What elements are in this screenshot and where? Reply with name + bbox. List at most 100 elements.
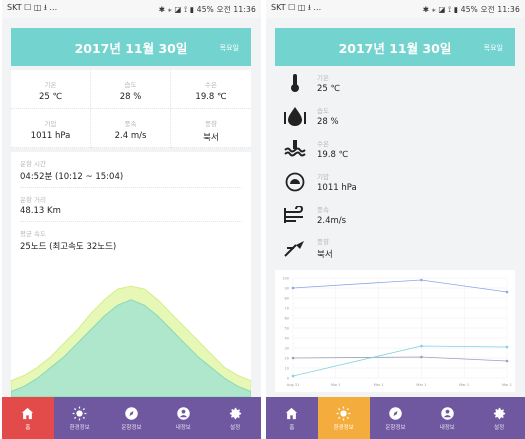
line-point <box>420 355 423 359</box>
y-tick-label: 70 <box>285 307 289 311</box>
voyage-distance-value: 48.13 Km <box>20 206 242 222</box>
thermometer-icon <box>291 73 299 92</box>
area-chart-svg <box>10 285 252 398</box>
x-tick-label: Mar 1 <box>459 383 469 387</box>
tab-myinfo-label: 내정보 <box>439 424 455 431</box>
line-point <box>505 359 509 363</box>
home-icon <box>286 407 298 419</box>
list-item-water-temp: 수온 19.8 ℃ <box>275 132 515 165</box>
tab-settings-label: 설정 <box>230 424 241 431</box>
y-tick-label: 90 <box>285 287 289 291</box>
line-point <box>505 345 509 349</box>
water-temp-cell: 수온 19.8 ℃ <box>171 70 251 109</box>
date-header: 2017년 11월 30일 목요일 <box>275 28 515 66</box>
x-tick-label: Mar 1 <box>416 383 426 387</box>
tab-settings-label: 설정 <box>494 424 505 431</box>
sun-icon <box>336 406 351 420</box>
tab-environment[interactable]: 환경정보 <box>54 397 106 439</box>
y-tick-label: 60 <box>285 317 289 321</box>
sun-icon <box>72 406 87 420</box>
voyage-time-label: 운항 시간 <box>20 160 46 168</box>
compass-icon <box>125 406 138 420</box>
pressure-icon <box>285 172 305 191</box>
y-tick-label: 10 <box>285 367 289 371</box>
date-label: 2017년 11월 30일 <box>74 40 188 56</box>
status-left: SKT ☐ ◫ ⭳ … <box>271 3 322 12</box>
wind-speed-icon <box>284 205 303 223</box>
tab-home[interactable]: 홈 <box>2 397 54 439</box>
line-series-0 <box>292 279 508 293</box>
gear-icon <box>493 407 505 419</box>
tab-myinfo-label: 내정보 <box>175 424 191 431</box>
list-item-pressure: 기압 1011 hPa <box>275 165 515 198</box>
day-label: 목요일 <box>219 44 239 52</box>
gear-icon <box>229 407 241 419</box>
tab-myinfo[interactable]: 내정보 <box>157 397 209 439</box>
tab-myinfo[interactable]: 내정보 <box>421 397 473 439</box>
day-label: 목요일 <box>483 44 503 52</box>
status-right: ✱ ⁎ ◪ ⟟ ▮ 45% 오전 11:36 <box>422 4 520 14</box>
line-chart: 0 10 20 30 40 50 60 70 80 90 100 Aug 31 Mar 1 Mar 1 Ma… <box>275 270 515 392</box>
list-item-wind-direction: 풍향 북서 <box>275 231 515 264</box>
tab-settings[interactable]: 설정 <box>209 397 261 439</box>
tab-voyage[interactable]: 운항정보 <box>370 397 422 439</box>
tab-home-label: 홈 <box>25 424 31 431</box>
tab-voyage-label: 운항정보 <box>121 424 142 431</box>
list-item-wind-speed: 풍속 2.4m/s <box>275 198 515 231</box>
line-point <box>420 344 423 348</box>
y-tick-label: 50 <box>285 327 289 331</box>
x-tick-label: Mar 1 <box>502 383 512 387</box>
tab-settings[interactable]: 설정 <box>473 397 525 439</box>
date-label: 2017년 11월 30일 <box>338 40 452 56</box>
x-tick-label: Mar 1 <box>331 383 341 387</box>
bottom-tab-bar: 홈 환경정보 운항정보 내정보 설정 <box>2 397 261 439</box>
y-tick-label: 40 <box>285 337 289 341</box>
voyage-info: 운항 시간 04:52분 (10:12 ~ 15:04) 운항 거리 48.13… <box>11 152 251 262</box>
tab-home[interactable]: 홈 <box>266 397 318 439</box>
tab-home-label: 홈 <box>289 424 295 431</box>
area-series-1 <box>10 299 252 398</box>
tab-environment[interactable]: 환경정보 <box>317 397 370 439</box>
y-tick-label: 30 <box>285 347 289 351</box>
environment-list: 기온 25 ℃ 습도 28 % 수온 19.8 ℃ 기압 1011 hPa 풍속 2.4m… <box>275 66 515 266</box>
water-temperature-icon <box>284 139 306 156</box>
environment-screen: SKT ☐ ◫ ⭳ … ✱ ⁎ ◪ ⟟ ▮ 45% 오전 11:36 2017년… <box>266 0 525 439</box>
x-tick-label: Aug 31 <box>287 383 299 387</box>
wind-direction-cell: 풍향 북서 <box>171 109 251 148</box>
pressure-cell: 기압 1011 hPa <box>11 109 91 148</box>
line-series-1 <box>292 356 508 362</box>
humidity-icon <box>284 106 306 126</box>
average-speed-label: 평균 속도 <box>20 230 46 238</box>
user-icon <box>441 406 454 420</box>
home-icon <box>22 407 34 419</box>
air-temp-cell: 기온 25 ℃ <box>11 70 91 109</box>
y-tick-label: 100 <box>282 277 289 281</box>
y-tick-label: 80 <box>285 297 289 301</box>
tab-voyage-label: 운항정보 <box>385 424 406 431</box>
y-tick-label: 20 <box>285 357 289 361</box>
average-speed-value: 25노드 (최고속도 32노드) <box>20 242 117 252</box>
date-header: 2017년 11월 30일 목요일 <box>11 28 251 66</box>
voyage-distance-label: 운항 거리 <box>20 196 46 204</box>
list-item-air-temp: 기온 25 ℃ <box>275 66 515 99</box>
status-bar: SKT ☐ ◫ ⭳ … ✱ ⁎ ◪ ⟟ ▮ 45% 오전 11:36 <box>2 0 261 18</box>
list-item-humidity: 습도 28 % <box>275 99 515 132</box>
user-icon <box>177 406 190 420</box>
status-left: SKT ☐ ◫ ⭳ … <box>7 3 58 12</box>
line-series-2 <box>292 345 508 377</box>
line-chart-svg: 0 10 20 30 40 50 60 70 80 90 100 Aug 31 Mar 1 Mar 1 Ma… <box>282 277 512 388</box>
tab-environment-label: 환경정보 <box>333 424 354 431</box>
status-bar: SKT ☐ ◫ ⭳ … ✱ ⁎ ◪ ⟟ ▮ 45% 오전 11:36 <box>266 0 525 18</box>
weather-summary-grid: 기온 25 ℃ 습도 28 % 수온 19.8 ℃ 기압 1011 hPa 풍속 2.4 … <box>11 70 251 148</box>
line-point <box>420 278 423 282</box>
tab-voyage[interactable]: 운항정보 <box>106 397 158 439</box>
line-point <box>291 286 295 290</box>
bottom-tab-bar: 홈 환경정보 운항정보 내정보 설정 <box>266 397 525 439</box>
humidity-cell: 습도 28 % <box>91 70 171 109</box>
wind-speed-cell: 풍속 2.4 m/s <box>91 109 171 148</box>
line-point <box>291 356 295 360</box>
line-point <box>505 290 509 294</box>
line-point <box>291 374 295 378</box>
wind-direction-icon <box>284 240 304 257</box>
status-right: ✱ ⁎ ◪ ⟟ ▮ 45% 오전 11:36 <box>158 4 256 14</box>
